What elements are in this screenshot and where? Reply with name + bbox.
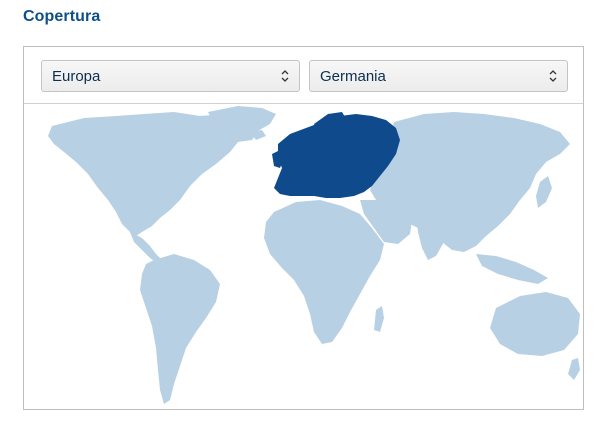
australia[interactable] bbox=[490, 292, 580, 356]
chevron-up-down-icon bbox=[549, 70, 557, 82]
madagascar[interactable] bbox=[374, 306, 384, 332]
south-america[interactable] bbox=[140, 254, 220, 404]
region-select[interactable]: Europa bbox=[41, 60, 300, 92]
world-map[interactable] bbox=[24, 104, 583, 409]
section-title: Copertura bbox=[23, 8, 101, 25]
filter-bar: Europa Germania bbox=[24, 47, 583, 104]
japan[interactable] bbox=[536, 176, 552, 208]
world-map-svg bbox=[48, 106, 580, 404]
chevron-up-down-icon bbox=[281, 70, 289, 82]
southeast-asia[interactable] bbox=[476, 254, 548, 284]
coverage-panel: Europa Germania bbox=[23, 46, 584, 410]
country-select-value: Germania bbox=[320, 68, 386, 85]
region-select-value: Europa bbox=[52, 68, 101, 85]
country-select[interactable]: Germania bbox=[309, 60, 568, 92]
india[interactable] bbox=[416, 216, 448, 260]
africa[interactable] bbox=[264, 200, 384, 344]
new-zealand[interactable] bbox=[568, 358, 580, 380]
